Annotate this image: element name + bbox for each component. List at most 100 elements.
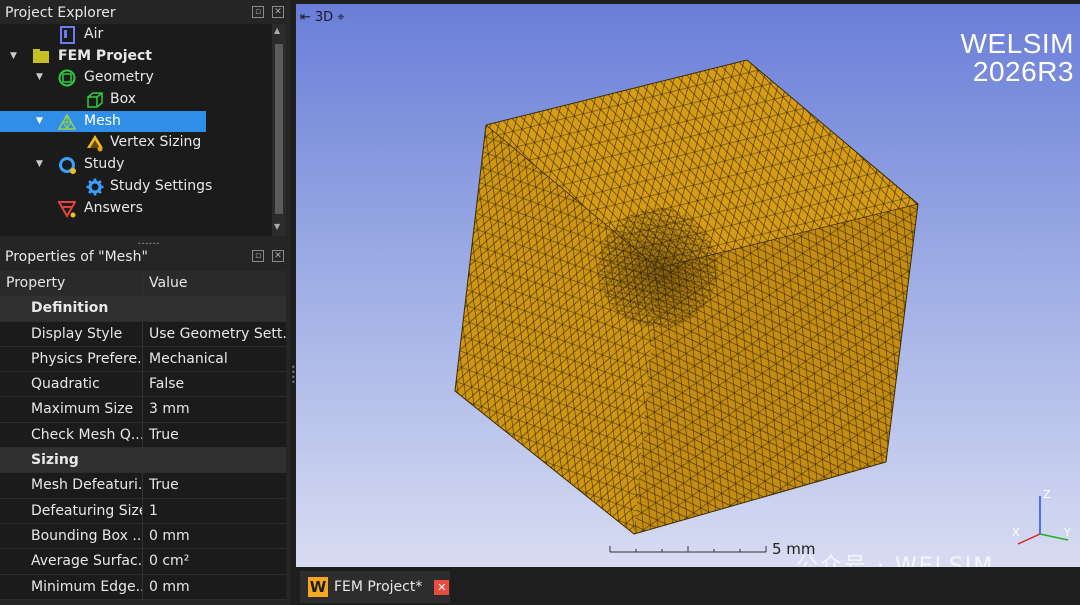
scroll-up-icon[interactable]: ▲	[274, 26, 280, 35]
column-header-property[interactable]: Property	[0, 271, 143, 296]
tree-item-mesh[interactable]: ▼ Mesh	[0, 110, 206, 133]
scrollbar-thumb[interactable]	[275, 44, 283, 214]
properties-title: Properties of "Mesh" ▫ ✕	[0, 244, 290, 270]
property-value[interactable]: True	[143, 422, 286, 448]
project-explorer-title: Project Explorer ▫ ✕	[0, 0, 290, 26]
project-explorer-title-text: Project Explorer	[5, 5, 116, 21]
property-name: Maximum Size	[0, 397, 143, 422]
brand-name: WELSIM	[960, 28, 1074, 59]
brand-version: 2026R3	[972, 56, 1074, 87]
tree-item-geometry[interactable]: ▼ Geometry	[0, 67, 272, 89]
tree-item-air[interactable]: Air	[0, 24, 272, 46]
3d-viewport[interactable]: ⇤ 3D ⌖ WELSIM 2026R3 5 mm Z Y X 公众号 · WE…	[296, 4, 1080, 567]
property-row[interactable]: Check Mesh Q... True	[0, 422, 286, 449]
document-tab-bar: W FEM Project* ✕	[296, 567, 1080, 605]
column-header-value[interactable]: Value	[143, 271, 286, 296]
box-body-icon	[86, 91, 104, 109]
tree-item-study[interactable]: ▼ Study	[0, 154, 272, 176]
watermark: 公众号 · WELSIM	[796, 554, 995, 567]
section-row-definition[interactable]: Definition	[0, 296, 286, 322]
brand-logo: WELSIM 2026R3	[961, 30, 1074, 86]
property-row[interactable]: Display Style Use Geometry Sett...	[0, 321, 286, 347]
property-value[interactable]: 0 cm²	[143, 549, 286, 574]
property-name: Minimum Edge...	[0, 574, 143, 599]
tree-scrollbar[interactable]: ▲ ▼	[272, 24, 286, 236]
section-row-sizing[interactable]: Sizing	[0, 448, 286, 474]
property-row[interactable]: Average Surfac... 0 cm²	[0, 549, 286, 575]
property-value[interactable]: False	[143, 372, 286, 397]
axis-triad[interactable]: Z Y X	[1008, 484, 1074, 554]
project-explorer-panel: Project Explorer ▫ ✕ Air ▼ FEM Project ▼…	[0, 0, 290, 240]
tree-item-study-settings[interactable]: Study Settings	[0, 176, 272, 198]
property-name: Display Style	[0, 321, 143, 346]
close-panel-icon[interactable]: ✕	[272, 6, 284, 18]
study-settings-icon	[86, 178, 104, 196]
property-row[interactable]: Mesh Defeaturi... True	[0, 473, 286, 499]
collapse-arrow-icon[interactable]: ▼	[36, 111, 46, 133]
tree-item-label: Answers	[84, 199, 143, 216]
project-tree: Air ▼ FEM Project ▼ Geometry Box ▼ Mesh …	[0, 24, 272, 236]
tree-item-box[interactable]: Box	[0, 89, 272, 111]
property-value[interactable]: Use Geometry Sett...	[143, 321, 286, 346]
tree-item-answers[interactable]: Answers	[0, 198, 272, 220]
left-panel: Project Explorer ▫ ✕ Air ▼ FEM Project ▼…	[0, 0, 290, 605]
float-panel-icon[interactable]: ▫	[252, 250, 264, 262]
axis-x-label: X	[1012, 526, 1020, 539]
tree-item-fem-project[interactable]: ▼ FEM Project	[0, 46, 272, 68]
property-value[interactable]: 0 mm	[143, 523, 286, 549]
section-label: Sizing	[0, 448, 286, 473]
vertex-sizing-icon	[86, 134, 104, 152]
property-value[interactable]: 1	[143, 498, 286, 523]
property-row[interactable]: Physics Prefere... Mechanical	[0, 346, 286, 373]
properties-panel: Properties of "Mesh" ▫ ✕ Property Value …	[0, 244, 290, 605]
close-panel-icon[interactable]: ✕	[272, 250, 284, 262]
properties-header-row: Property Value	[0, 271, 286, 297]
axis-z-label: Z	[1043, 488, 1051, 501]
tree-item-label: Mesh	[84, 112, 121, 129]
property-row[interactable]: Defeaturing Size 1	[0, 498, 286, 524]
property-row[interactable]: Minimum Edge... 0 mm	[0, 574, 286, 600]
properties-title-text: Properties of "Mesh"	[5, 249, 148, 265]
tab-label: FEM Project*	[334, 579, 423, 595]
property-value[interactable]: True	[143, 473, 286, 498]
meshed-cube	[454, 59, 919, 535]
property-name: Average Surfac...	[0, 549, 143, 574]
property-row[interactable]: Quadratic False	[0, 372, 286, 398]
property-name: Physics Prefere...	[0, 346, 143, 372]
property-value[interactable]: 3 mm	[143, 397, 286, 422]
property-value[interactable]: Mechanical	[143, 346, 286, 372]
tree-item-label: Study Settings	[110, 177, 213, 194]
tree-item-vertex-sizing[interactable]: Vertex Sizing	[0, 132, 272, 154]
answers-icon	[57, 200, 77, 218]
scale-bar	[609, 546, 767, 553]
tree-item-label: Geometry	[84, 69, 154, 86]
property-row[interactable]: Bounding Box ... 0 mm	[0, 523, 286, 550]
property-name: Check Mesh Q...	[0, 422, 143, 448]
viewport-toolbar: ⇤ 3D ⌖	[300, 8, 345, 26]
tab-fem-project[interactable]: W FEM Project* ✕	[300, 571, 450, 603]
mesh-icon	[57, 113, 77, 131]
collapse-arrow-icon[interactable]: ▼	[10, 46, 20, 68]
property-name: Bounding Box ...	[0, 523, 143, 549]
section-label: Definition	[0, 296, 286, 321]
collapse-arrow-icon[interactable]: ▼	[36, 67, 46, 89]
study-icon	[58, 156, 76, 175]
properties-table: Property Value Definition Display Style …	[0, 271, 286, 600]
property-row[interactable]: Maximum Size 3 mm	[0, 397, 286, 423]
view-mode-label[interactable]: 3D	[315, 10, 333, 25]
property-name: Defeaturing Size	[0, 498, 143, 523]
geometry-icon	[58, 69, 76, 87]
pin-icon[interactable]: ⇤	[300, 10, 311, 25]
property-name: Quadratic	[0, 372, 143, 397]
float-panel-icon[interactable]: ▫	[252, 6, 264, 18]
collapse-arrow-icon[interactable]: ▼	[36, 154, 46, 176]
axis-y-label: Y	[1063, 526, 1071, 539]
close-tab-icon[interactable]: ✕	[434, 579, 450, 595]
material-icon	[60, 26, 78, 44]
fit-view-icon[interactable]: ⌖	[337, 10, 344, 25]
property-name: Mesh Defeaturi...	[0, 473, 143, 498]
property-value[interactable]: 0 mm	[143, 574, 286, 599]
project-folder-icon	[32, 48, 50, 66]
scroll-down-icon[interactable]: ▼	[274, 222, 280, 231]
tree-item-label: Box	[110, 91, 137, 108]
